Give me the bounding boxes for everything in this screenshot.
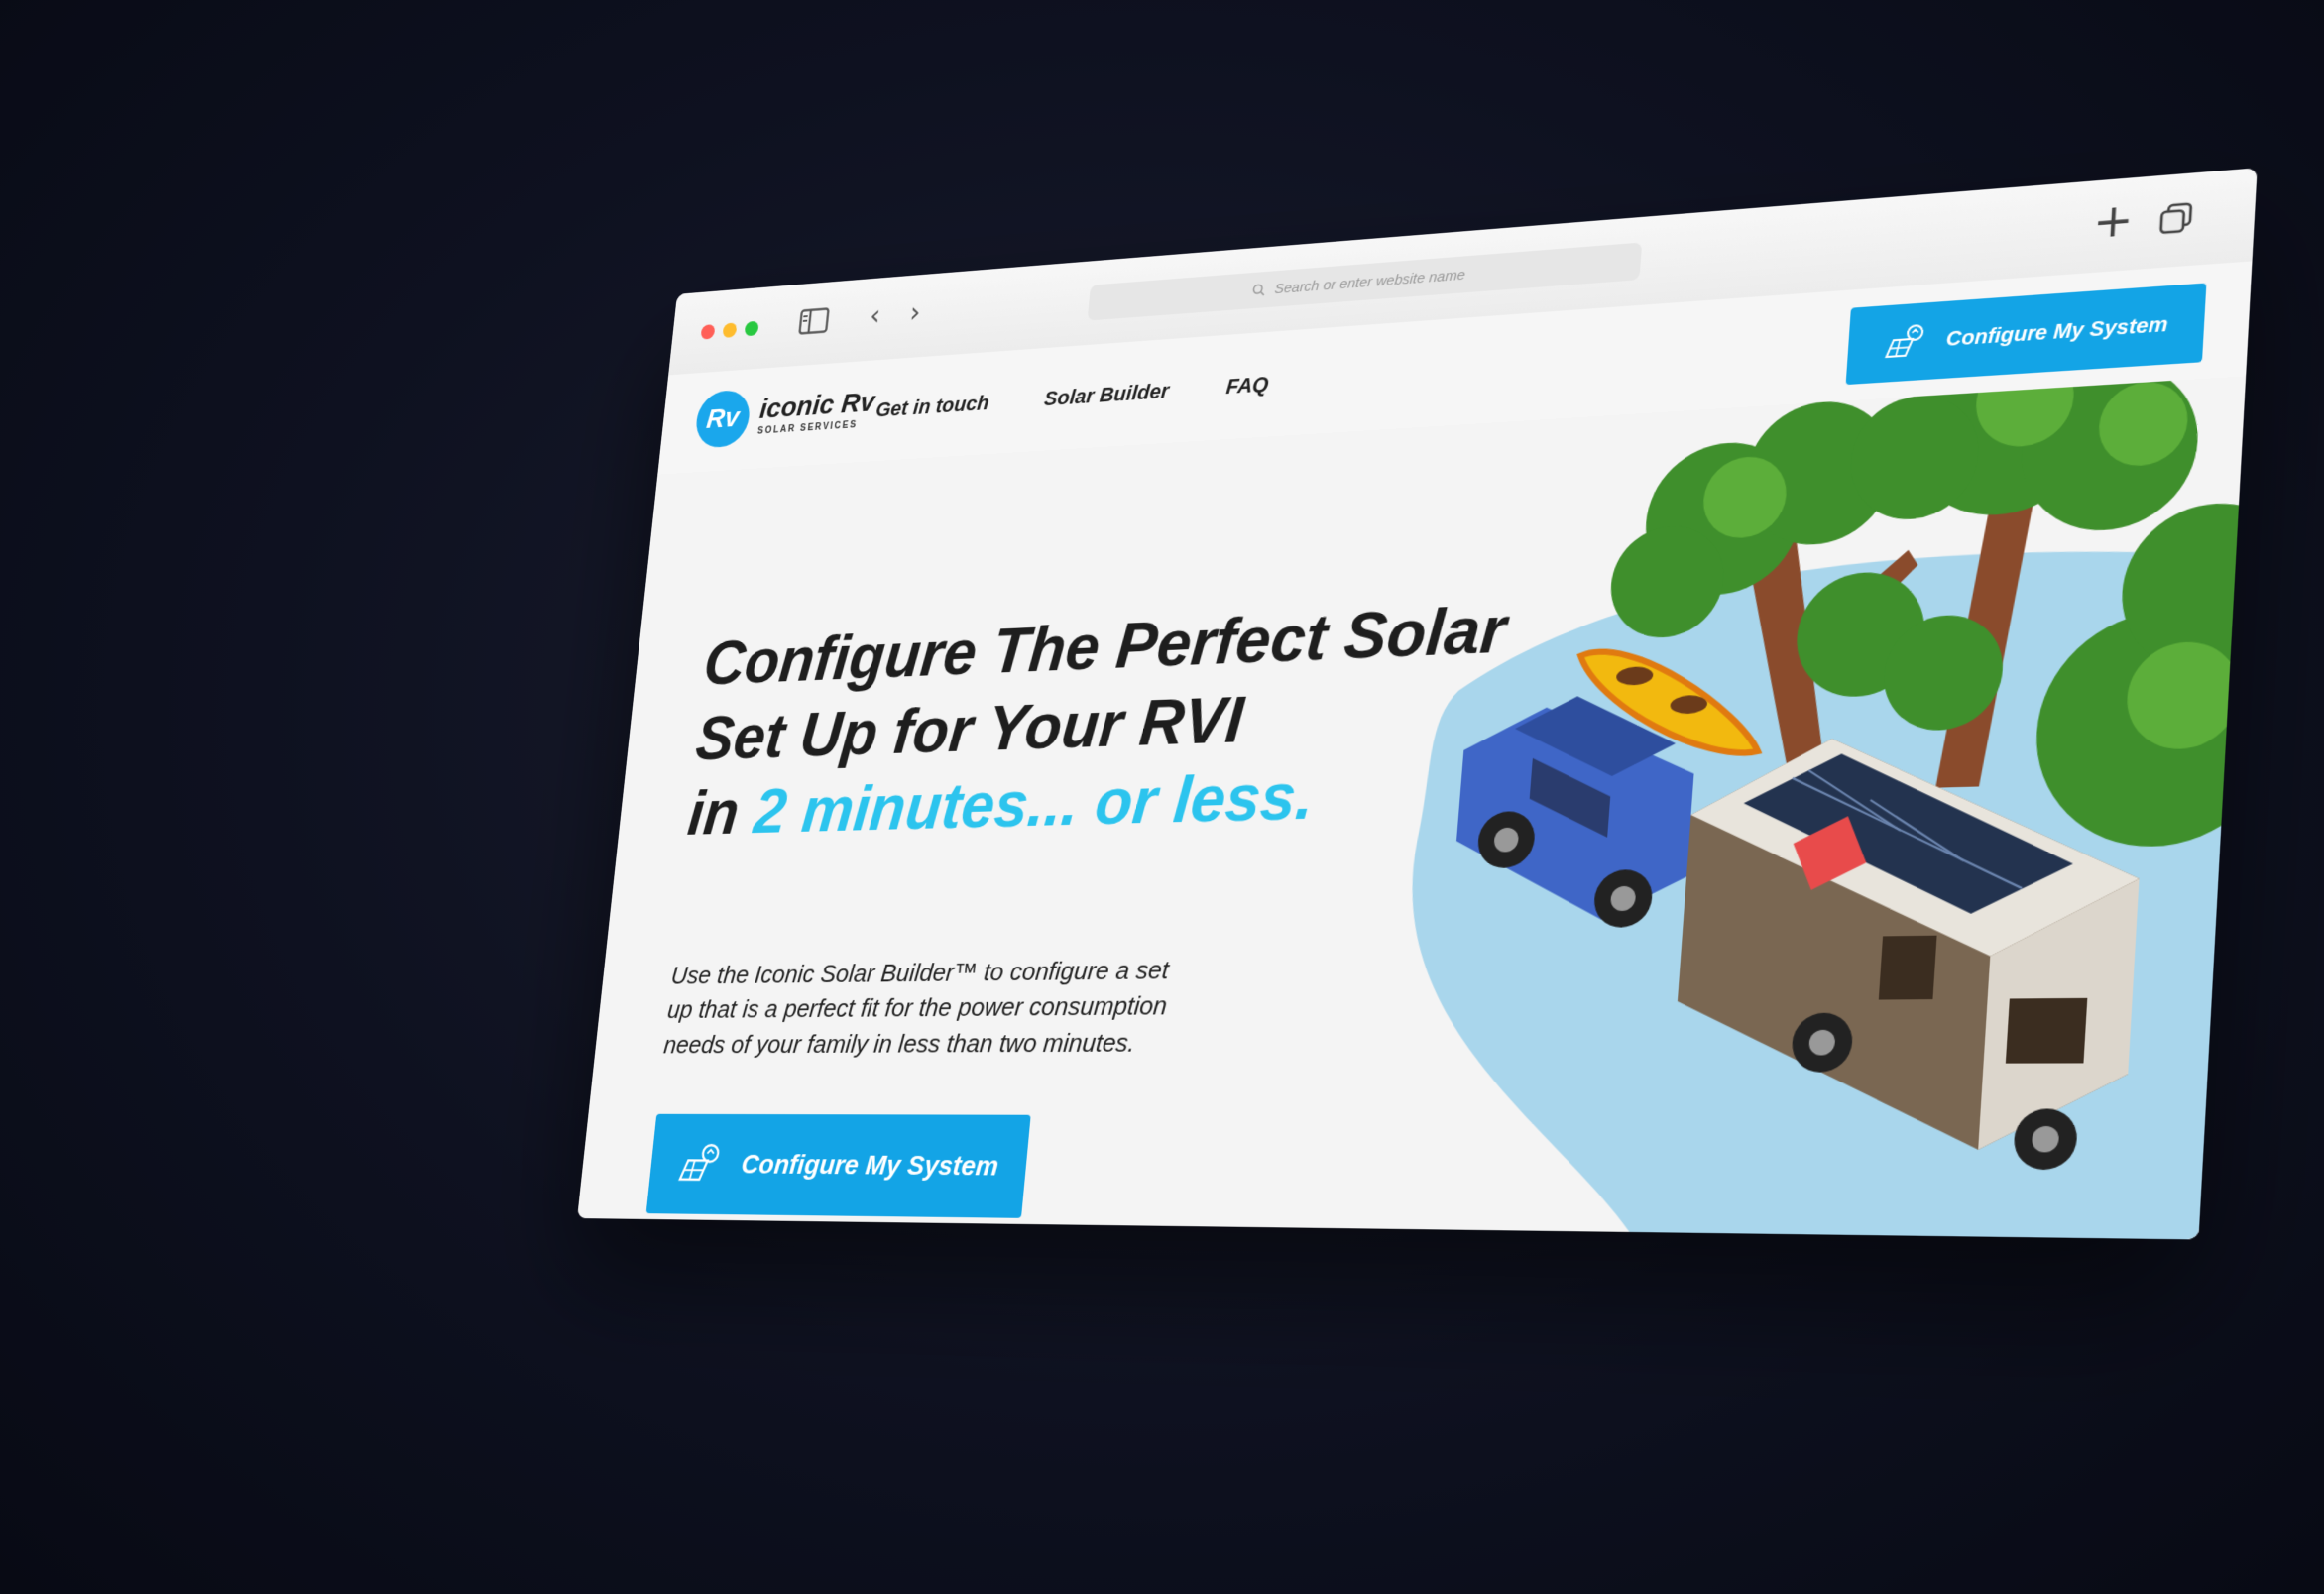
tabs-overview-icon[interactable] bbox=[2158, 201, 2193, 235]
solar-panel-icon bbox=[1881, 320, 1928, 366]
hero-section: Configure The Perfect Solar Set Up for Y… bbox=[577, 376, 2247, 1240]
window-controls bbox=[700, 320, 759, 340]
forward-arrow-icon[interactable]: › bbox=[908, 296, 922, 329]
nav-solar-builder[interactable]: Solar Builder bbox=[1043, 379, 1170, 411]
rv-solar-illustration bbox=[1383, 376, 2247, 1240]
hero-description: Use the Iconic Solar Builder™ to configu… bbox=[662, 955, 1171, 1059]
logo-name: iconic Rv bbox=[757, 387, 876, 425]
main-nav: Get in touch Solar Builder FAQ bbox=[874, 372, 1269, 422]
back-arrow-icon[interactable]: ‹ bbox=[869, 299, 882, 332]
url-bar[interactable]: Search or enter website name bbox=[1087, 242, 1643, 321]
search-icon bbox=[1251, 283, 1265, 296]
browser-window: ‹ › Search or enter website name + Rv ic… bbox=[577, 168, 2258, 1240]
sidebar-icon[interactable] bbox=[798, 307, 830, 335]
new-tab-icon[interactable]: + bbox=[2091, 194, 2135, 250]
hero-title-accent: 2 minutes... or less. bbox=[751, 758, 1317, 847]
minimize-window-button[interactable] bbox=[722, 322, 738, 339]
logo-badge: Rv bbox=[693, 389, 753, 449]
nav-get-in-touch[interactable]: Get in touch bbox=[874, 391, 989, 422]
close-window-button[interactable] bbox=[700, 324, 716, 340]
header-configure-button[interactable]: Configure My System bbox=[1845, 283, 2207, 386]
header-cta-label: Configure My System bbox=[1945, 312, 2169, 351]
maximize-window-button[interactable] bbox=[744, 320, 759, 337]
stage: ‹ › Search or enter website name + Rv ic… bbox=[0, 0, 2324, 1594]
nav-faq[interactable]: FAQ bbox=[1225, 372, 1270, 399]
url-placeholder: Search or enter website name bbox=[1273, 266, 1466, 297]
hero-configure-button[interactable]: Configure My System bbox=[645, 1113, 1031, 1218]
hero-cta-label: Configure My System bbox=[740, 1148, 1000, 1182]
site-logo[interactable]: Rv iconic Rv SOLAR SERVICES bbox=[693, 381, 877, 449]
solar-panel-icon bbox=[674, 1139, 725, 1190]
